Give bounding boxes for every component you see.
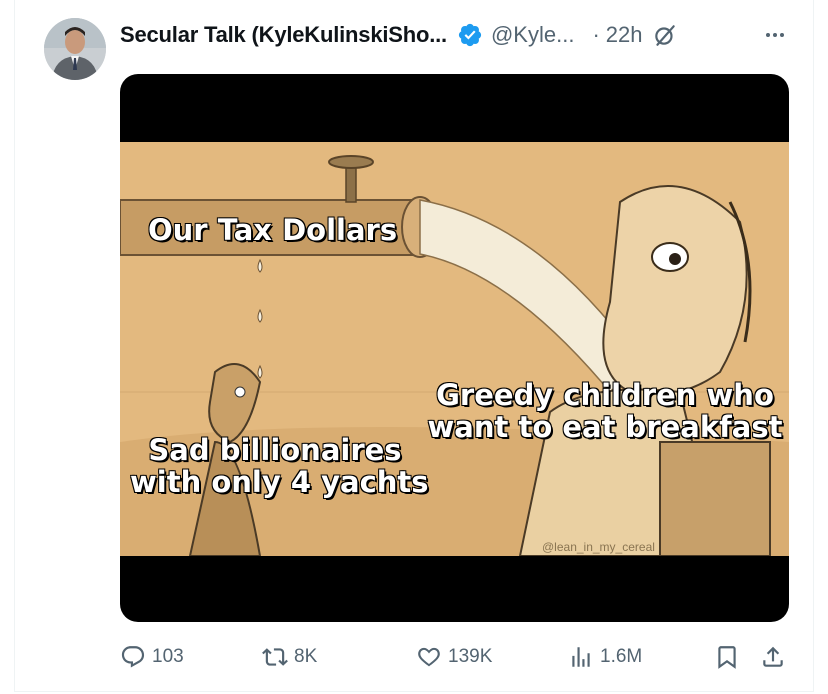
caption-greedy-children: Greedy children who want to eat breakfas… [420, 378, 789, 445]
caption-sad-billionaires: Sad billionaires with only 4 yachts [129, 433, 429, 500]
author-handle[interactable]: @Kyle... [491, 22, 574, 48]
caption-greedy-line-1: Greedy children who [435, 378, 774, 412]
caption-greedy-line-2: want to eat breakfast [427, 410, 783, 445]
like-button[interactable]: 139K [416, 640, 492, 674]
heart-icon [418, 647, 440, 667]
repost-count: 8K [294, 646, 318, 667]
bookmark-button[interactable] [714, 640, 740, 674]
tweet-header: Secular Talk (KyleKulinskiSho... @Kyle..… [120, 18, 790, 52]
reply-count: 103 [152, 646, 184, 667]
verified-badge-icon[interactable] [457, 22, 483, 48]
caption-sad-line-2: with only 4 yachts [129, 465, 429, 500]
bookmark-icon [718, 646, 736, 669]
reply-icon [121, 646, 145, 668]
author-name[interactable]: Secular Talk (KyleKulinskiSho... [120, 22, 447, 48]
caption-sad-line-1: Sad billionaires [148, 433, 403, 467]
caption-tax-dollars: Our Tax Dollars [147, 213, 398, 247]
tweet-actions: 103 8K 139K 1.6M [120, 640, 790, 674]
separator-dot: · [592, 22, 600, 47]
tweet-media[interactable]: Our Tax Dollars Greedy children who want… [120, 74, 789, 622]
repost-icon [262, 648, 288, 666]
share-button[interactable] [760, 640, 786, 674]
avatar-image [44, 18, 106, 80]
analytics-icon [572, 647, 590, 667]
repost-button[interactable]: 8K [262, 640, 317, 674]
grok-icon[interactable] [652, 22, 678, 48]
like-count: 139K [448, 646, 493, 667]
reply-button[interactable]: 103 [120, 640, 184, 674]
share-icon [763, 646, 783, 667]
avatar[interactable] [44, 18, 106, 80]
more-icon[interactable] [760, 20, 790, 50]
views-button[interactable]: 1.6M [568, 640, 642, 674]
view-count: 1.6M [600, 646, 643, 667]
meme-watermark: @lean_in_my_cereal [542, 540, 655, 554]
timestamp[interactable]: 22h [606, 22, 643, 48]
